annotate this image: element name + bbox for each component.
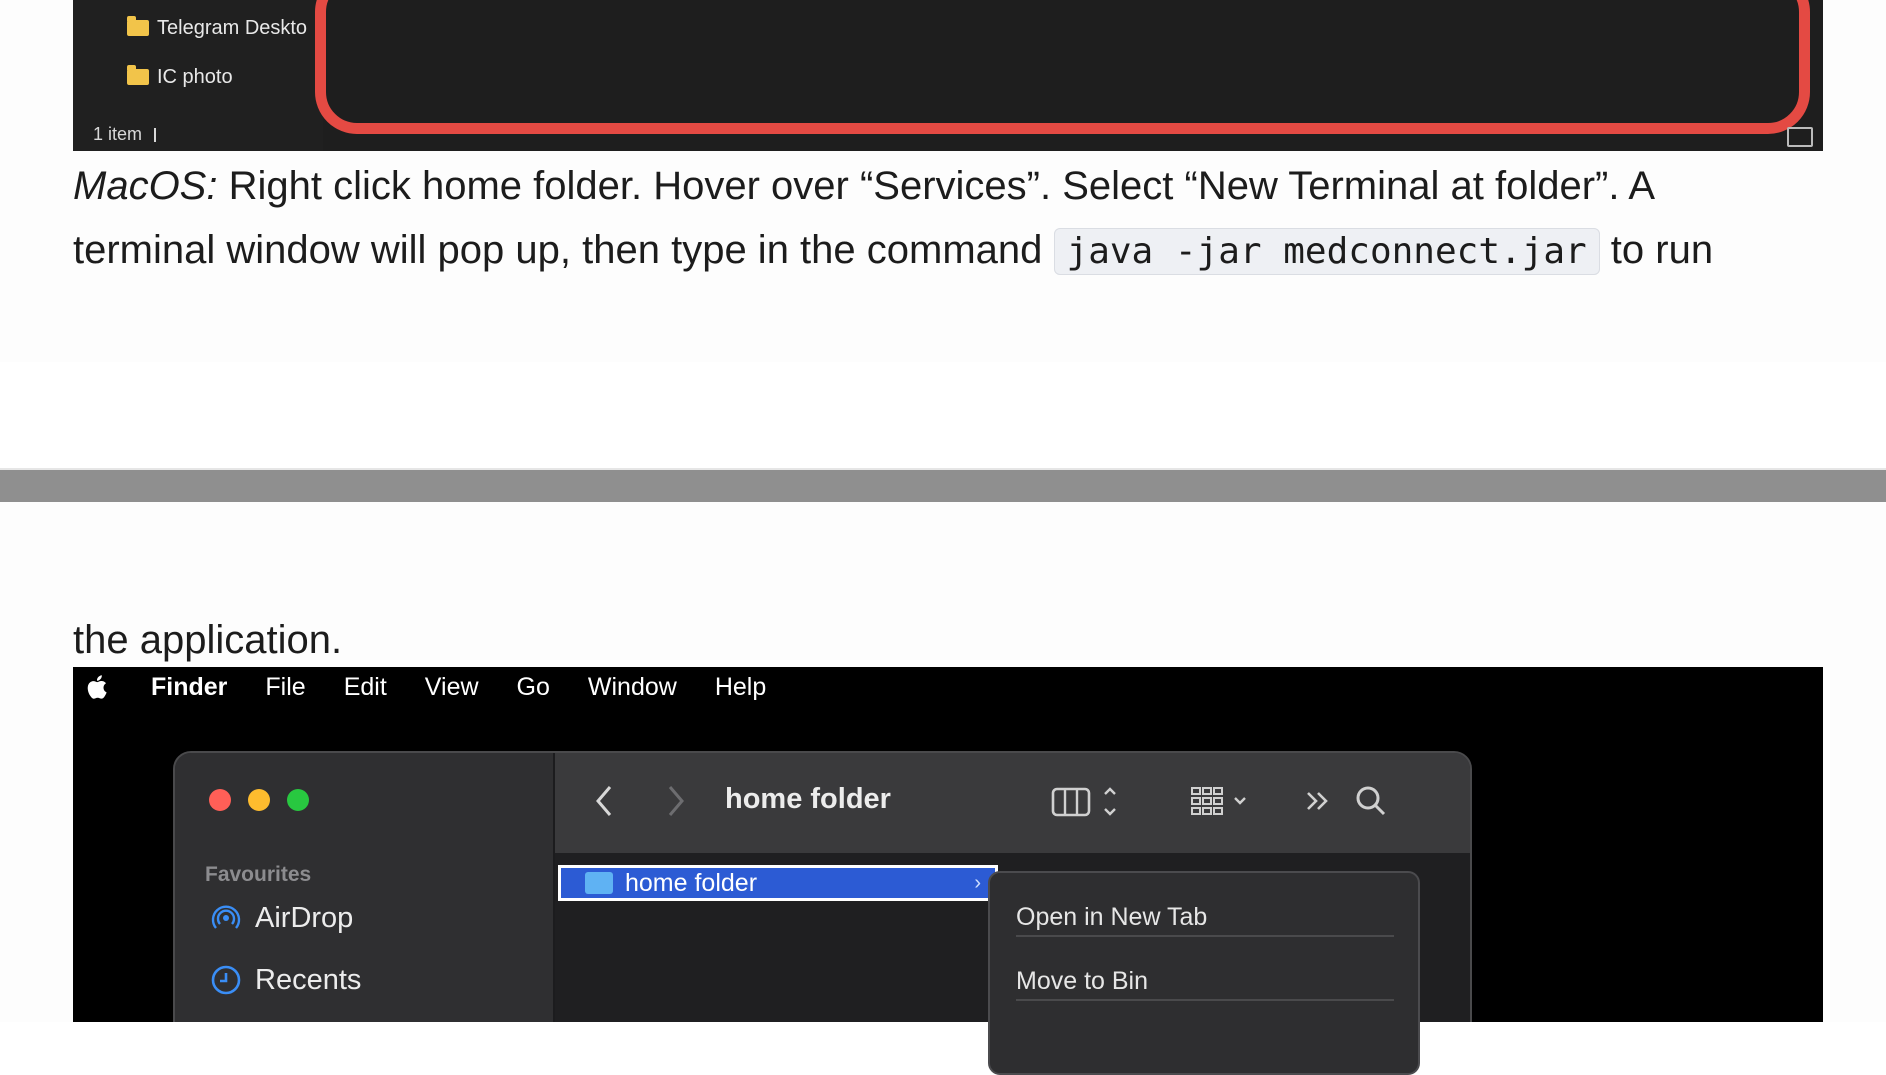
nav-item-telegram[interactable]: Telegram Deskto xyxy=(127,14,307,42)
sidebar-section-favourites: Favourites xyxy=(205,863,312,886)
clock-icon xyxy=(211,965,241,995)
search-icon[interactable] xyxy=(1353,781,1389,821)
status-bar: 1 item xyxy=(93,124,157,145)
macos-finder-screenshot: Finder File Edit View Go Window Help Fav… xyxy=(73,667,1823,1022)
menu-file[interactable]: File xyxy=(265,673,305,702)
view-toggle-icon[interactable] xyxy=(1787,127,1813,147)
os-label: MacOS: xyxy=(73,164,218,208)
menu-item-move-to-bin[interactable]: Move to Bin xyxy=(1016,967,1148,996)
menu-window[interactable]: Window xyxy=(588,673,677,702)
menu-help[interactable]: Help xyxy=(715,673,766,702)
minimize-window-button[interactable] xyxy=(248,789,270,811)
back-chevron-icon[interactable] xyxy=(593,781,615,821)
sidebar-item-airdrop[interactable]: AirDrop xyxy=(209,901,353,935)
instruction-line-3: the application. xyxy=(73,618,343,662)
nav-item-ic-photo[interactable]: IC photo xyxy=(127,63,233,91)
red-highlight-frame xyxy=(315,0,1810,134)
instruction-text: to run xyxy=(1599,228,1714,272)
command-code: java -jar medconnect.jar xyxy=(1053,228,1600,275)
zoom-window-button[interactable] xyxy=(287,789,309,811)
menu-finder[interactable]: Finder xyxy=(151,673,227,702)
more-chevrons-icon[interactable] xyxy=(1303,781,1333,821)
sidebar-item-label: AirDrop xyxy=(255,901,354,934)
selected-folder-row[interactable]: home folder › xyxy=(558,865,998,901)
item-count: 1 item xyxy=(93,124,143,144)
document-page-top: Telegram Deskto IC photo 1 item MacOS: R… xyxy=(0,0,1886,362)
group-icon[interactable] xyxy=(1190,781,1260,821)
window-title: home folder xyxy=(725,783,891,815)
sidebar-item-recents[interactable]: Recents xyxy=(209,963,361,997)
nav-item-label: Telegram Deskto xyxy=(157,16,308,39)
nav-item-label: IC photo xyxy=(157,65,233,88)
finder-toolbar: home folder xyxy=(555,753,1470,855)
context-menu: Open in New Tab Move to Bin xyxy=(988,871,1420,1075)
status-separator xyxy=(154,128,157,143)
menu-view[interactable]: View xyxy=(425,673,479,702)
column-view-icon[interactable] xyxy=(1050,781,1120,821)
folder-icon xyxy=(127,16,149,36)
instruction-line-2: terminal window will pop up, then type i… xyxy=(73,218,1713,284)
airdrop-icon xyxy=(211,905,241,929)
apple-icon[interactable] xyxy=(85,673,111,701)
windows-explorer-screenshot: Telegram Deskto IC photo 1 item xyxy=(73,0,1823,151)
chevron-right-icon: › xyxy=(974,871,981,894)
menu-edit[interactable]: Edit xyxy=(344,673,387,702)
folder-icon xyxy=(585,872,613,894)
finder-sidebar: Favourites AirDrop Recents xyxy=(175,753,555,1022)
menu-go[interactable]: Go xyxy=(517,673,550,702)
row-label: home folder xyxy=(625,868,758,897)
sidebar-item-label: Recents xyxy=(255,963,362,996)
forward-chevron-icon[interactable] xyxy=(665,781,687,821)
menu-separator xyxy=(1016,999,1394,1001)
instruction-text: terminal window will pop up, then type i… xyxy=(73,228,1054,272)
menu-item-open-new-tab[interactable]: Open in New Tab xyxy=(1016,903,1207,932)
instruction-line-1: MacOS: Right click home folder. Hover ov… xyxy=(73,154,1655,218)
folder-icon xyxy=(127,65,149,85)
menu-separator xyxy=(1016,935,1394,937)
close-window-button[interactable] xyxy=(209,789,231,811)
page-divider xyxy=(0,468,1886,502)
menubar: Finder File Edit View Go Window Help xyxy=(73,667,766,707)
explorer-nav-pane: Telegram Deskto IC photo 1 item xyxy=(73,0,323,151)
instruction-text: Right click home folder. Hover over “Ser… xyxy=(217,164,1656,208)
